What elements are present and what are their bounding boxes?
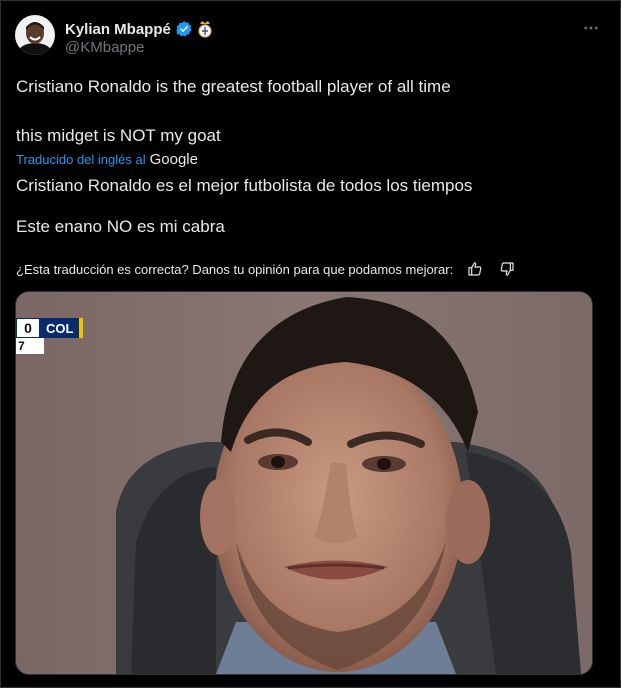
translation-text-line-1: Cristiano Ronaldo es el mejor futbolista… <box>16 176 473 195</box>
translated-by-label[interactable]: Traducido del inglés al <box>16 152 146 167</box>
tweet-card: Kylian Mbappé @KMbappe Cristiano Ronaldo… <box>0 0 621 688</box>
scorebug: 0 COL <box>16 318 84 338</box>
ellipsis-icon <box>584 26 598 30</box>
author-name-row: Kylian Mbappé <box>65 19 213 39</box>
translation-feedback-prompt: ¿Esta traducción es correcta? Danos tu o… <box>16 261 454 277</box>
scorebug-stripe <box>79 318 84 338</box>
thumbs-down-icon[interactable] <box>497 259 517 279</box>
crying-player-photo <box>16 292 592 674</box>
post-text-line-2: this midget is NOT my goat <box>16 126 221 145</box>
verified-badge-icon <box>175 20 193 38</box>
scorebug-score: 0 <box>16 318 40 338</box>
translation-feedback: ¿Esta traducción es correcta? Danos tu o… <box>16 259 517 279</box>
author-handle[interactable]: @KMbappe <box>65 39 144 56</box>
more-options-button[interactable] <box>578 15 604 41</box>
google-logo: Google <box>149 151 198 168</box>
avatar-image <box>15 15 55 55</box>
real-madrid-crest-icon[interactable] <box>197 20 213 38</box>
scorebug-team: COL <box>40 318 80 338</box>
translation-text-line-2: Este enano NO es mi cabra <box>16 217 225 236</box>
author-display-name[interactable]: Kylian Mbappé <box>65 21 171 38</box>
avatar[interactable] <box>15 15 55 55</box>
post-media-image[interactable]: 0 COL 7 <box>15 291 593 675</box>
thumbs-up-icon[interactable] <box>465 259 485 279</box>
scorebug-sub: 7 <box>16 338 44 354</box>
post-text-line-1: Cristiano Ronaldo is the greatest footba… <box>16 77 451 96</box>
translated-by: Traducido del inglés al Google <box>16 151 198 168</box>
